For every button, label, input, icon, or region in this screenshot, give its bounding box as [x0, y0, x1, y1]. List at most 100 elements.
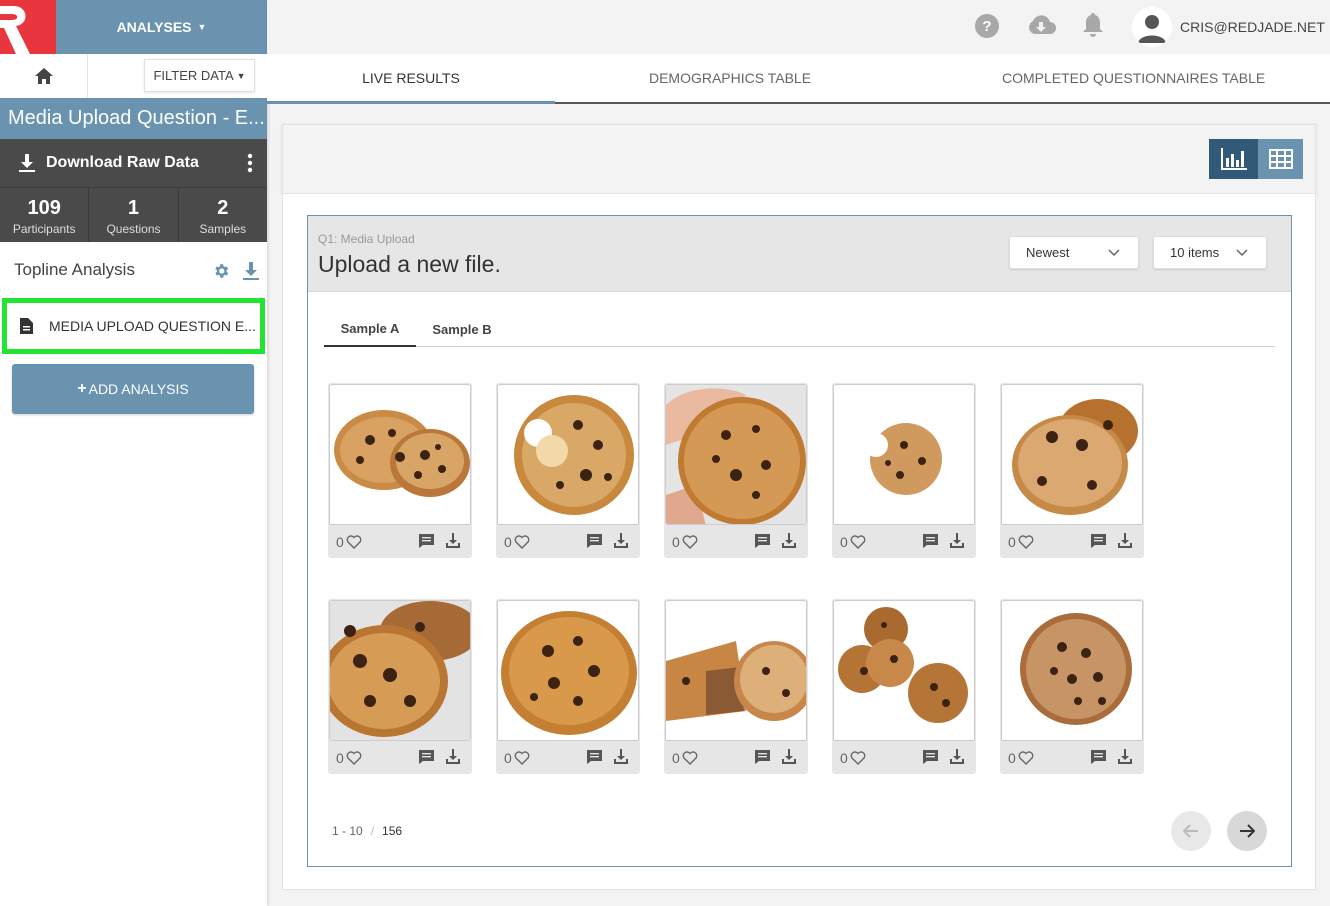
like-button[interactable]: 0 [504, 534, 530, 550]
upload-card-actions: 0 [496, 741, 640, 773]
previous-page-button[interactable] [1171, 811, 1211, 851]
heart-icon [682, 535, 698, 549]
download-icon[interactable] [446, 533, 460, 548]
tab-demographics-table[interactable]: DEMOGRAPHICS TABLE [555, 54, 905, 102]
bitten-cookie-photo[interactable] [497, 384, 639, 525]
gear-icon[interactable] [212, 262, 230, 280]
comment-icon[interactable] [418, 533, 435, 549]
user-avatar[interactable] [1132, 7, 1172, 47]
download-icon[interactable] [1118, 533, 1132, 548]
like-button[interactable]: 0 [1008, 750, 1034, 766]
upload-card-actions: 0 [1000, 525, 1144, 557]
download-icon[interactable] [614, 533, 628, 548]
download-icon[interactable] [243, 262, 259, 280]
question-number: Q1: Media Upload [318, 232, 415, 246]
analysis-item-label: MEDIA UPLOAD QUESTION E... [49, 318, 256, 334]
heart-icon [1018, 535, 1034, 549]
upload-card: 0 [832, 599, 976, 774]
upload-card-actions: 0 [328, 525, 472, 557]
help-icon[interactable]: ? [974, 13, 1000, 39]
like-button[interactable]: 0 [672, 750, 698, 766]
small-bitten-cookie-photo[interactable] [833, 384, 975, 525]
download-icon[interactable] [1118, 749, 1132, 764]
upload-card: 0 [664, 383, 808, 558]
cookie-pair-photo[interactable] [329, 384, 471, 525]
golden-cookie-photo[interactable] [497, 600, 639, 741]
next-page-button[interactable] [1227, 811, 1267, 851]
comment-icon[interactable] [1090, 749, 1107, 765]
question-title: Upload a new file. [318, 251, 501, 277]
user-email[interactable]: CRIS@REDJADE.NET [1180, 19, 1325, 35]
comment-icon[interactable] [1090, 533, 1107, 549]
like-button[interactable]: 0 [504, 750, 530, 766]
comment-icon[interactable] [922, 749, 939, 765]
upload-card-actions: 0 [832, 741, 976, 773]
like-button[interactable]: 0 [840, 750, 866, 766]
hand-held-cookie-photo[interactable] [665, 384, 807, 525]
page-size-select[interactable]: 10 items [1153, 236, 1267, 269]
download-raw-data-button[interactable]: Download Raw Data [0, 139, 267, 188]
stat-value: 1 [127, 197, 140, 219]
sample-tabs: Sample A Sample B [324, 311, 1275, 347]
tab-sample-a[interactable]: Sample A [324, 311, 416, 347]
analyses-menu[interactable]: ANALYSES ▼ [56, 0, 267, 54]
comment-icon[interactable] [754, 533, 771, 549]
like-button[interactable]: 0 [840, 534, 866, 550]
analysis-item-media-upload[interactable]: MEDIA UPLOAD QUESTION E... [2, 298, 265, 354]
download-icon[interactable] [950, 749, 964, 764]
download-icon[interactable] [950, 533, 964, 548]
pagination-total: 156 [382, 824, 403, 838]
comment-icon[interactable] [754, 749, 771, 765]
cloud-download-icon[interactable] [1026, 14, 1056, 36]
table-icon [1268, 149, 1293, 169]
more-options-icon[interactable] [247, 153, 253, 173]
topline-analysis-header: Topline Analysis [0, 242, 267, 298]
add-analysis-button[interactable]: + ADD ANALYSIS [12, 364, 254, 414]
chevron-down-icon [1236, 249, 1248, 257]
heart-icon [850, 535, 866, 549]
comment-icon[interactable] [586, 533, 603, 549]
download-icon[interactable] [782, 749, 796, 764]
download-icon[interactable] [614, 749, 628, 764]
view-toggle [1209, 139, 1303, 179]
upload-card: 0 [328, 599, 472, 774]
like-button[interactable]: 0 [336, 750, 362, 766]
tab-sample-b[interactable]: Sample B [416, 311, 508, 347]
tab-live-results[interactable]: LIVE RESULTS [267, 54, 555, 104]
table-view-button[interactable] [1258, 139, 1303, 179]
bar-chart-icon [1220, 148, 1247, 170]
upload-card-actions: 0 [832, 525, 976, 557]
round-cookie-photo[interactable] [1001, 600, 1143, 741]
heart-icon [682, 751, 698, 765]
like-button[interactable]: 0 [1008, 534, 1034, 550]
document-icon [20, 318, 33, 334]
download-raw-data-label: Download Raw Data [46, 154, 199, 171]
scattered-cookies-photo[interactable] [833, 600, 975, 741]
comment-icon[interactable] [922, 533, 939, 549]
home-button[interactable] [0, 54, 88, 98]
caret-down-icon: ▼ [197, 22, 207, 32]
upload-card-actions: 0 [496, 525, 640, 557]
redjade-logo[interactable] [0, 0, 56, 54]
like-button[interactable]: 0 [336, 534, 362, 550]
closeup-cookie-photo[interactable] [329, 600, 471, 741]
question-header: Q1: Media Upload Upload a new file. Newe… [308, 216, 1291, 292]
download-icon[interactable] [782, 533, 796, 548]
comment-icon[interactable] [418, 749, 435, 765]
sort-select[interactable]: Newest [1009, 236, 1139, 269]
like-count: 0 [504, 750, 512, 766]
download-icon[interactable] [446, 749, 460, 764]
like-count: 0 [504, 534, 512, 550]
tab-completed-questionnaires-table[interactable]: COMPLETED QUESTIONNAIRES TABLE [905, 54, 1330, 102]
bell-icon[interactable] [1083, 13, 1103, 37]
upload-card: 0 [496, 383, 640, 558]
filter-data-button[interactable]: FILTER DATA ▼ [144, 59, 255, 92]
like-button[interactable]: 0 [672, 534, 698, 550]
like-count: 0 [1008, 750, 1016, 766]
sidebar-toolbar: FILTER DATA ▼ [0, 54, 267, 98]
chart-view-button[interactable] [1209, 139, 1258, 179]
comment-icon[interactable] [586, 749, 603, 765]
broken-cookie-photo[interactable] [665, 600, 807, 741]
stacked-cookies-photo[interactable] [1001, 384, 1143, 525]
stat-value: 2 [217, 197, 229, 219]
